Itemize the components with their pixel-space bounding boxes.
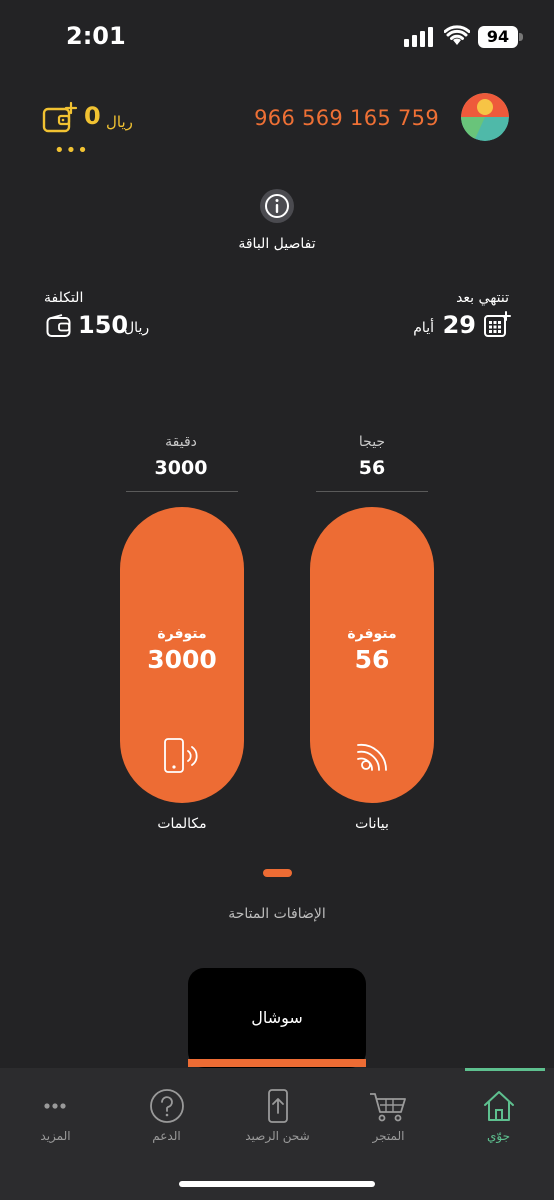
nav-label-home: جوّي [486,1129,510,1143]
calls-divider [126,491,238,492]
nav-item-support[interactable]: الدعم [111,1068,222,1168]
addon-card-bar [188,1059,366,1067]
calls-total: 3000 [154,457,208,479]
cost-currency: ريال [124,320,150,336]
cost-label: التكلفة [44,290,84,306]
nav-label-recharge: شحن الرصيد [245,1129,310,1143]
status-time: 2:01 [66,22,126,50]
data-signal-icon [357,743,387,771]
balance-value: 0 [84,102,101,130]
nav-item-more[interactable]: المزيد [0,1068,111,1168]
nav-label-support: الدعم [152,1129,181,1143]
addon-card-title: سوشال [251,1008,303,1027]
phone-calls-icon [164,738,198,773]
nav-active-indicator [465,1068,545,1071]
expiry-label: تنتهي بعد [456,290,509,306]
nav-item-store[interactable]: المتجر [333,1068,444,1168]
calls-unit-label: دقيقة [165,434,197,450]
addons-title: الإضافات المتاحة [228,906,326,922]
data-total: 56 [358,457,386,479]
plan-details-label[interactable]: تفاصيل الباقة [0,236,554,252]
wifi-icon [444,25,470,45]
cellular-signal-icon [404,27,433,47]
battery-tip [519,33,523,41]
expiry-unit: أيام [413,320,434,336]
balance-more-button[interactable]: ••• [54,140,89,161]
pager-indicator [263,869,292,877]
nav-label-store: المتجر [372,1129,405,1143]
data-available-value: 56 [354,645,390,674]
balance-currency: ريال [106,113,133,131]
nav-item-home[interactable]: جوّي [443,1068,554,1168]
data-caption: بيانات [355,816,389,832]
calls-available-label: متوفرة [157,626,207,642]
calendar-icon [484,311,511,337]
home-icon [484,1091,514,1121]
home-indicator [179,1181,375,1187]
help-icon [150,1089,184,1123]
calls-available-value: 3000 [147,645,217,674]
plan-details-button[interactable] [260,189,294,223]
cost-value: 150 [78,311,129,339]
phone-number: 966 569 165 759 [254,106,439,130]
battery-indicator: 94 [478,26,518,48]
nav-label-more: المزيد [40,1129,71,1143]
wallet-add-icon[interactable] [42,100,82,136]
cart-icon [370,1093,406,1122]
expiry-value: 29 [442,311,476,339]
recharge-icon [268,1089,288,1123]
more-icon [44,1103,66,1109]
nav-item-recharge[interactable]: شحن الرصيد [222,1068,333,1168]
calls-caption: مكالمات [157,816,207,832]
avatar[interactable] [461,93,509,141]
data-available-label: متوفرة [347,626,397,642]
data-unit-label: جيجا [358,434,386,450]
wallet-icon [46,314,71,337]
info-icon [265,194,289,218]
data-divider [316,491,428,492]
